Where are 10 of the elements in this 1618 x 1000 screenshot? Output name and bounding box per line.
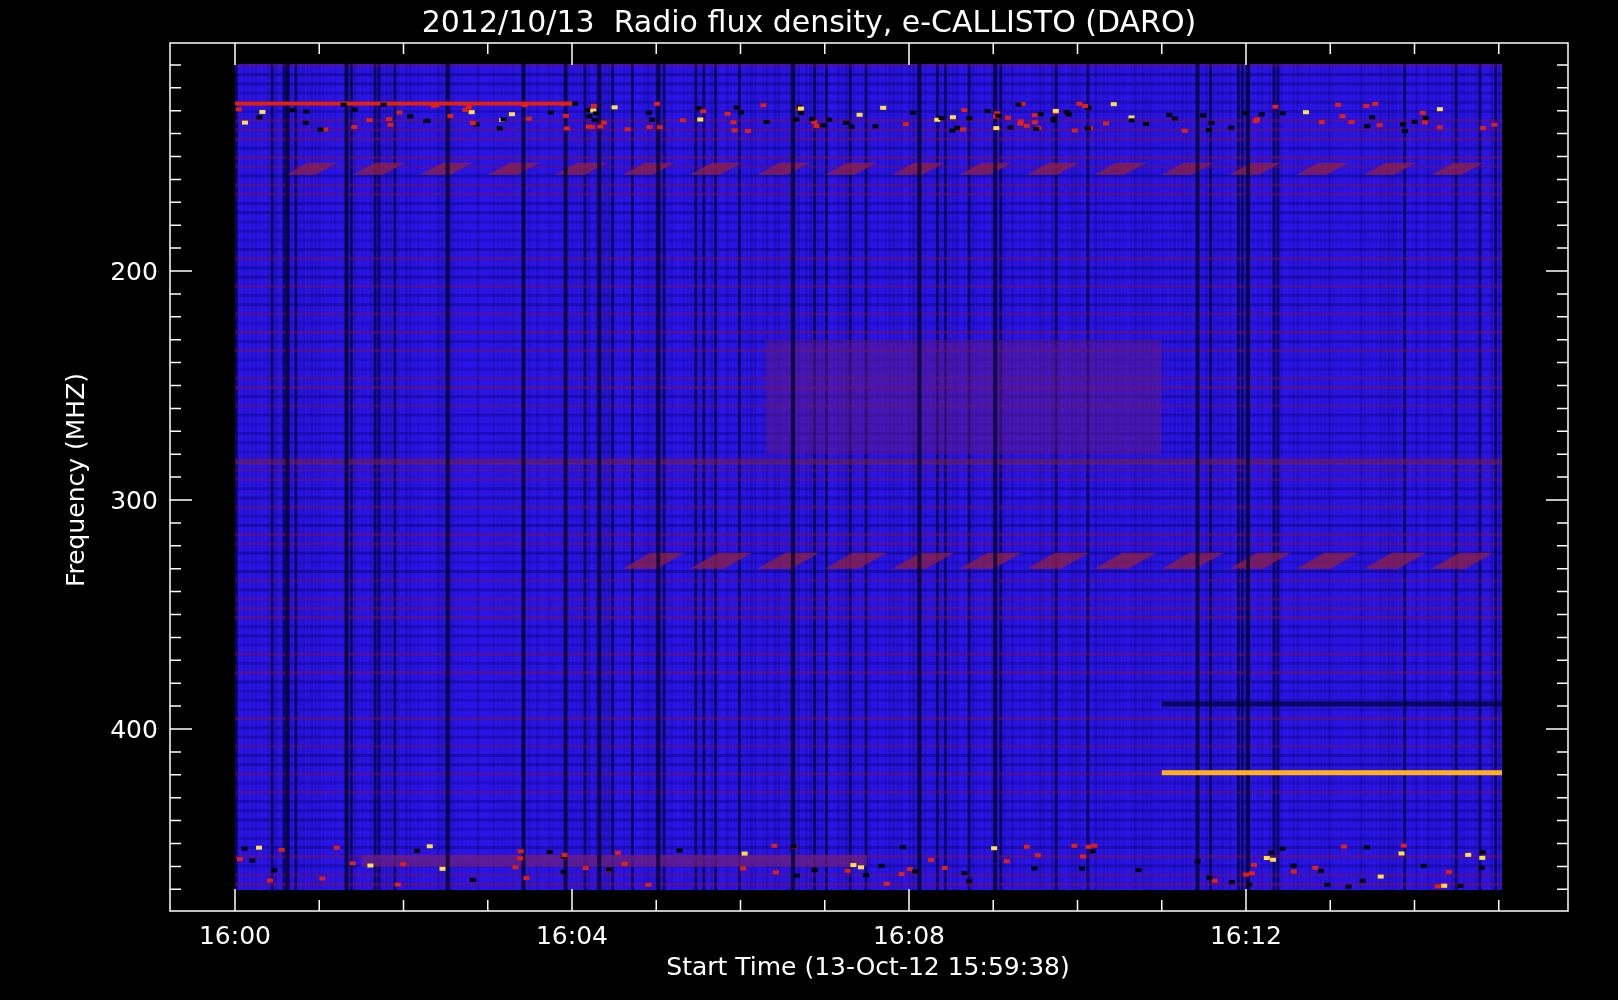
x-tick-label: 16:08 [873,921,945,950]
y-axis-label: Frequency (MHZ) [61,372,90,588]
x-tick-label: 16:00 [199,921,271,950]
x-tick-label: 16:04 [536,921,608,950]
x-axis-label: Start Time (13-Oct-12 15:59:38) [666,952,1070,981]
y-tick-label: 200 [110,257,158,286]
y-tick-label: 300 [110,486,158,515]
chart-title: 2012/10/13 Radio flux density, e-CALLISTO (DARO) [421,4,1197,39]
x-tick-label: 16:12 [1210,921,1282,950]
y-tick-label: 400 [110,715,158,744]
